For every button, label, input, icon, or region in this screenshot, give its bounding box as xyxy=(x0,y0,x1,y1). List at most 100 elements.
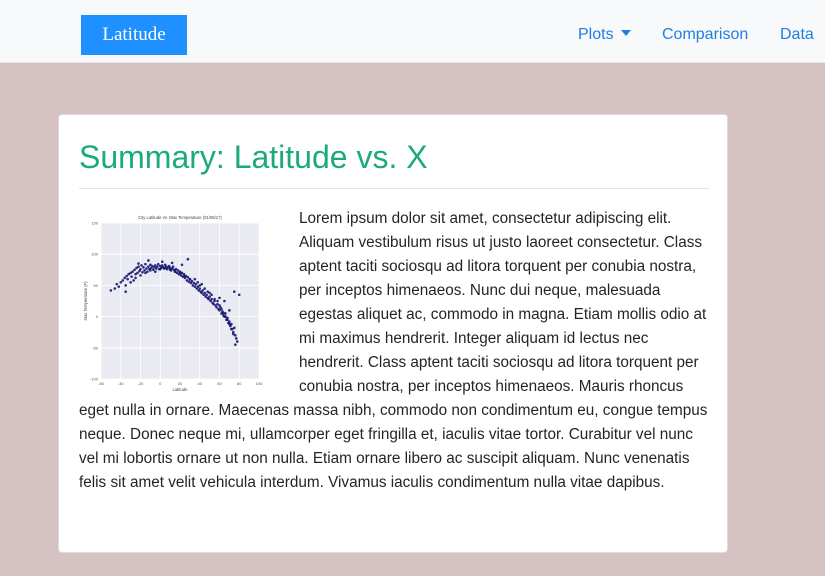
data-point xyxy=(210,297,213,301)
data-point xyxy=(193,277,197,281)
data-point xyxy=(216,299,219,303)
data-point xyxy=(154,270,157,273)
data-point xyxy=(142,266,145,269)
page-title: Summary: Latitude vs. X xyxy=(79,139,428,175)
data-point xyxy=(139,267,142,271)
data-point xyxy=(178,271,182,275)
data-point xyxy=(233,290,236,293)
chart-title: City Latitude vs. Max Temperature (01/05… xyxy=(138,215,222,220)
y-axis-label: Max Temperature (F) xyxy=(83,281,88,321)
data-point xyxy=(213,297,216,301)
nav-plots-dropdown[interactable]: Plots xyxy=(578,25,631,45)
x-tick-label: 0 xyxy=(159,381,162,386)
data-point xyxy=(119,280,123,284)
data-point xyxy=(222,311,225,315)
data-point xyxy=(113,287,117,290)
caret-down-icon xyxy=(620,30,631,36)
data-point xyxy=(193,285,197,288)
data-point xyxy=(235,340,239,343)
y-tick-label: -100 xyxy=(90,377,99,382)
data-point xyxy=(200,291,204,295)
x-tick-label: -20 xyxy=(138,381,145,386)
data-point xyxy=(123,276,126,280)
x-tick-label: 60 xyxy=(217,381,222,386)
data-point xyxy=(186,275,190,279)
data-point xyxy=(188,277,192,281)
data-point xyxy=(228,320,231,323)
data-point xyxy=(183,274,187,278)
x-tick-label: 20 xyxy=(178,381,183,386)
data-point xyxy=(137,265,140,268)
data-point xyxy=(139,274,142,277)
data-point xyxy=(208,295,211,298)
nav-data-link[interactable]: Data xyxy=(780,25,814,45)
data-point xyxy=(203,291,206,295)
data-point xyxy=(232,332,235,336)
data-point xyxy=(203,287,206,290)
data-point xyxy=(180,263,184,267)
data-point xyxy=(136,271,139,275)
data-point xyxy=(207,297,210,301)
x-tick-label: 100 xyxy=(256,381,263,386)
y-tick-label: -50 xyxy=(92,345,99,350)
data-point xyxy=(224,315,227,318)
data-point xyxy=(152,268,155,272)
brand-link[interactable]: Latitude xyxy=(81,15,187,55)
data-point xyxy=(163,266,167,270)
data-point xyxy=(160,260,164,263)
scatter-chart: -60 -40 -20 0 20 40 60 80 100 -100 -50 0 50 100 150 Cit… xyxy=(83,215,263,392)
data-point xyxy=(205,293,208,297)
x-tick-label: -40 xyxy=(118,381,125,386)
data-point xyxy=(237,293,241,297)
data-point xyxy=(124,290,127,293)
data-point xyxy=(133,268,136,272)
data-point xyxy=(210,293,213,297)
y-tick-label: 150 xyxy=(91,221,98,226)
data-point xyxy=(201,289,205,292)
divider xyxy=(79,188,709,189)
data-point xyxy=(234,337,238,340)
data-point xyxy=(190,279,194,283)
nav-comparison-link[interactable]: Comparison xyxy=(662,25,748,45)
summary-card: Summary: Latitude vs. X -60 -40 -20 0 20 40 60… xyxy=(58,114,728,553)
y-tick-label: 100 xyxy=(91,252,98,257)
data-point xyxy=(137,262,140,265)
data-point xyxy=(156,262,160,266)
data-point xyxy=(147,259,150,262)
data-point xyxy=(223,299,226,303)
data-point xyxy=(186,257,190,261)
data-point xyxy=(171,265,175,268)
data-point xyxy=(230,327,233,331)
data-point xyxy=(173,270,177,273)
data-point xyxy=(131,270,134,273)
data-point xyxy=(144,271,147,275)
data-point xyxy=(140,264,143,267)
data-point xyxy=(196,280,200,284)
x-tick-label: -60 xyxy=(98,381,105,386)
data-point xyxy=(233,326,236,330)
data-point xyxy=(143,269,146,272)
data-point xyxy=(134,276,137,280)
data-point xyxy=(215,305,218,309)
x-tick-label: 80 xyxy=(237,381,242,386)
data-point xyxy=(200,282,204,286)
data-point xyxy=(220,307,223,311)
data-point xyxy=(155,265,159,268)
data-point xyxy=(129,280,132,284)
data-point xyxy=(124,284,127,287)
nav-plots-label: Plots xyxy=(578,26,614,43)
data-point xyxy=(234,343,237,346)
data-point xyxy=(228,322,231,326)
data-point xyxy=(109,289,113,292)
chart-thumbnail[interactable]: -60 -40 -20 0 20 40 60 80 100 -100 -50 0 50 100 150 Cit… xyxy=(79,207,263,397)
data-point xyxy=(226,318,229,322)
x-tick-label: 40 xyxy=(198,381,203,386)
y-tick-label: 50 xyxy=(94,283,99,288)
data-point xyxy=(144,262,147,266)
navbar: Latitude Plots Comparison Data xyxy=(0,0,825,63)
y-tick-label: 0 xyxy=(96,314,99,319)
data-point xyxy=(208,291,211,295)
summary-content: -60 -40 -20 0 20 40 60 80 100 -100 -50 0 50 100 150 Cit… xyxy=(79,207,709,495)
data-point xyxy=(149,269,152,272)
data-point xyxy=(115,282,119,286)
